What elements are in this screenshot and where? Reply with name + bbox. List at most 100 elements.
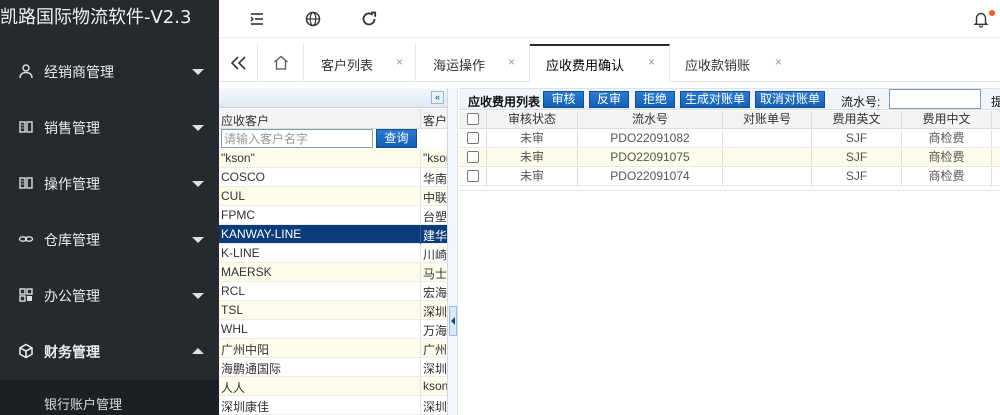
table-row-selected[interactable]: KANWAY-LINE 建华 [219,225,448,244]
book-icon [19,121,33,133]
close-icon[interactable]: × [775,55,782,69]
cell-serial: PDO22091075 [578,149,723,167]
sidebar-item-label: 经销商管理 [44,64,114,80]
submit-button-partial[interactable]: 提 [991,93,1000,110]
row-checkbox[interactable] [466,131,479,144]
row-checkbox[interactable] [466,169,479,182]
sidebar-item-finance[interactable]: 财务管理 [0,331,219,371]
menu-icon[interactable] [248,10,266,28]
table-row[interactable]: CUL 中联 [219,187,447,206]
receivable-fee-panel: 应收费用列表 审核 反审 拒绝 生成对账单 取消对账单 流水号: 提 审核状态 … [459,88,1000,415]
cell-code: 深圳康佳 [221,400,270,414]
table-row[interactable]: COSCO 华南 [219,168,447,187]
cell-fee-cn: 商检费 [902,149,992,167]
cell-name: kson [423,379,448,393]
cell-name: 建华 [423,229,448,243]
cell-fee-en: SJF [812,168,902,186]
grid-icon [19,288,33,302]
table-row[interactable]: FPMC 台塑 [219,206,447,225]
sidebar-subitem-bank-account[interactable]: 银行账户管理 [0,380,219,415]
cancel-statement-button[interactable]: 取消对账单 [755,91,825,108]
serial-input[interactable] [889,89,981,109]
column-header-fee-en[interactable]: 费用英文 [812,111,902,129]
splitter-collapse-handle[interactable] [449,306,457,336]
app-title-text: 凯路国际物流软件-V2.3 [0,7,192,28]
row-checkbox[interactable] [466,150,479,163]
customer-search-input[interactable] [221,129,373,148]
table-row[interactable]: MAERSK 马士 [219,263,448,282]
table-row[interactable]: "kson" "kson [219,149,447,168]
table-row[interactable]: 人人 kson [219,377,448,396]
customer-panel: « 应收客户 客户 查询 "kson" "kson COSCO 华南 CUL 中联 F… [219,88,448,415]
cell-code: 人人 [221,381,246,395]
tab-scroll-left-button[interactable] [219,44,258,82]
table-row[interactable]: 海鹏通国际 深圳 [219,358,447,377]
serial-label: 流水号: [841,95,881,109]
cell-code: 广州中阳 [221,343,270,357]
panel-splitter[interactable] [448,88,458,415]
table-row[interactable]: 未审 PDO22091075 SJF 商检费 [459,149,1000,167]
cell-code: K-LINE [221,246,260,260]
tab-label: 客户列表 [321,58,374,73]
cell-statement [723,168,812,186]
sidebar-item-office[interactable]: 办公管理 [0,275,219,315]
sidebar: 凯路国际物流软件-V2.3 经销商管理 销售管理 操作管理 仓库管理 办公管理 … [0,0,219,415]
table-row[interactable]: 未审 PDO22091082 SJF 商检费 [459,130,1000,148]
app-title: 凯路国际物流软件-V2.3 [0,0,219,38]
tab-customer-list[interactable]: 客户列表 × [304,44,416,82]
tab-sea-operations[interactable]: 海运操作 × [416,44,530,82]
tab-label: 应收费用确认 [546,58,625,73]
column-header-statement[interactable]: 对账单号 [723,111,812,129]
cell-status: 未审 [487,149,578,167]
cell-code: FPMC [221,208,255,222]
user-icon [19,64,33,79]
table-row[interactable]: 未审 PDO22091074 SJF 商检费 [459,168,1000,186]
tab-bar: 客户列表 × 海运操作 × 应收费用确认 × 应收款销账 × [219,44,1000,82]
link-icon [18,236,34,242]
sidebar-item-operations[interactable]: 操作管理 [0,163,219,203]
column-header-serial[interactable]: 流水号 [578,111,723,129]
table-row[interactable]: TSL 深圳 [219,301,447,320]
column-header-customer[interactable]: 客户 [423,112,447,129]
cell-serial: PDO22091074 [578,168,723,186]
cell-fee-en: SJF [812,149,902,167]
cell-name: 马士 [423,267,448,281]
sidebar-item-dealer[interactable]: 经销商管理 [0,51,219,91]
table-row[interactable]: 广州中阳 广州 [219,339,447,358]
globe-icon[interactable] [304,10,322,28]
table-row[interactable]: WHL 万海 [219,320,448,339]
unapprove-button[interactable]: 反审 [589,91,629,108]
close-icon[interactable]: × [508,55,515,69]
collapse-icon[interactable]: « [431,91,444,104]
caret-down-icon [192,125,204,131]
notification-dot [989,10,995,16]
generate-statement-button[interactable]: 生成对账单 [680,91,750,108]
approve-button[interactable]: 审核 [543,91,584,108]
sidebar-item-sales[interactable]: 销售管理 [0,107,219,147]
tab-receivable-writeoff[interactable]: 应收款销账 × [670,44,795,82]
refresh-icon[interactable] [360,10,378,28]
cell-statement [723,149,812,167]
cell-name: 万海 [423,324,448,338]
table-row[interactable]: RCL 宏海 [219,282,447,301]
caret-down-icon [192,237,204,243]
reject-button[interactable]: 拒绝 [635,91,675,108]
column-header-status[interactable]: 审核状态 [487,111,578,129]
select-all-checkbox[interactable] [466,112,479,125]
sidebar-item-label: 办公管理 [44,288,100,304]
column-header-receivable-customer[interactable]: 应收客户 [221,112,269,129]
close-icon[interactable]: × [648,55,655,69]
close-icon[interactable]: × [396,55,403,69]
column-header-fee-cn[interactable]: 费用中文 [902,111,992,129]
tab-label: 海运操作 [433,58,486,73]
tab-home[interactable] [258,44,304,82]
table-row[interactable]: K-LINE 川崎 [219,244,447,263]
cell-name: "kson [423,151,447,165]
table-row[interactable]: 深圳康佳 深圳 [219,396,447,415]
tab-receivable-confirm[interactable]: 应收费用确认 × [530,44,670,82]
cube-icon [19,343,33,359]
query-button[interactable]: 查询 [376,129,417,148]
bell-icon[interactable] [972,10,990,28]
sidebar-item-warehouse[interactable]: 仓库管理 [0,219,219,259]
cell-code: COSCO [221,170,266,184]
